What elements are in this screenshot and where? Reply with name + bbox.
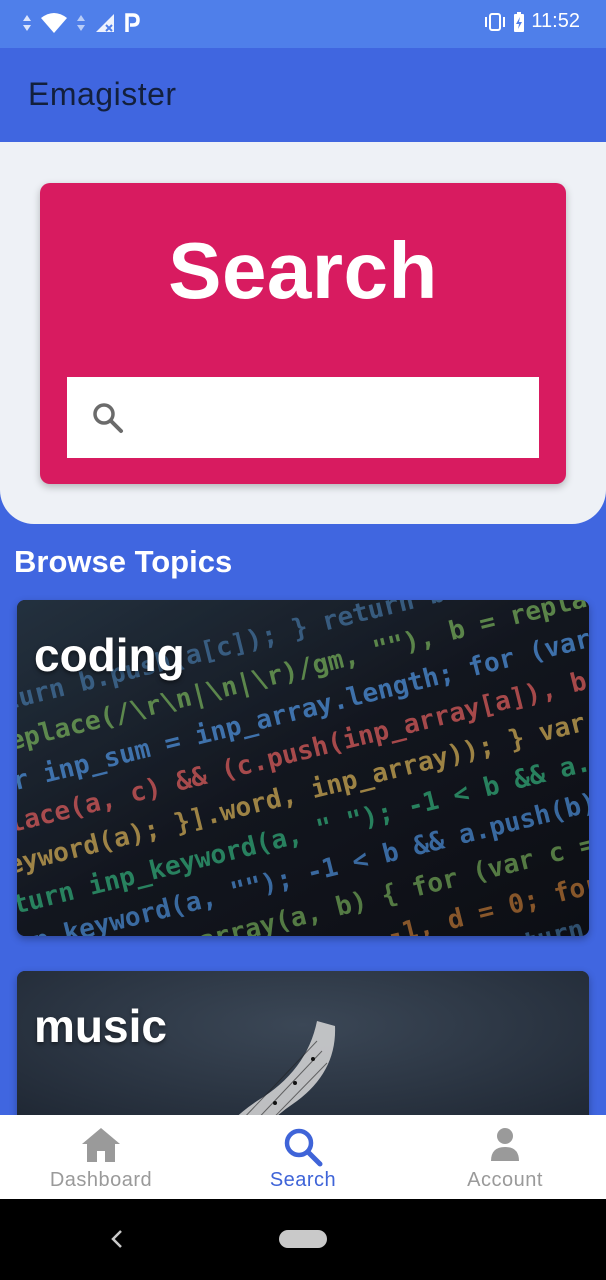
system-nav-bar (0, 1199, 606, 1280)
search-icon (93, 403, 123, 433)
battery-charging-icon (514, 11, 525, 32)
topic-label-music: music (34, 1000, 167, 1052)
nav-item-dashboard[interactable]: Dashboard (0, 1115, 202, 1199)
data-arrows-icon (77, 15, 85, 31)
search-region: Search (0, 142, 606, 524)
status-left-icons (22, 12, 140, 34)
app-bar: Emagister (0, 48, 606, 142)
screen: 11:52 Emagister Search Browse Topics b.r… (0, 0, 606, 1280)
search-input[interactable] (137, 377, 527, 458)
nav-item-account[interactable]: Account (404, 1115, 606, 1199)
bottom-nav: Dashboard Search Account (0, 1115, 606, 1199)
topic-label-coding: coding (34, 629, 185, 681)
topic-card-coding[interactable]: return b.push(a[c]); } return b.replaceA… (17, 600, 589, 936)
parking-icon (125, 13, 140, 32)
nav-label-search: Search (269, 1169, 337, 1191)
status-time: 11:52 (531, 10, 580, 32)
vibrate-icon (485, 12, 506, 31)
status-right-icons: 11:52 (483, 10, 580, 33)
search-field[interactable] (67, 377, 539, 458)
home-icon (82, 1128, 120, 1162)
nav-item-search[interactable]: Search (202, 1115, 404, 1199)
search-heading: Search (168, 226, 438, 315)
home-pill-button[interactable] (279, 1230, 327, 1248)
person-icon (491, 1128, 519, 1161)
search-icon (284, 1128, 323, 1167)
app-title: Emagister (28, 76, 177, 112)
wifi-icon (41, 13, 67, 33)
nav-label-dashboard: Dashboard (49, 1169, 153, 1191)
back-icon[interactable] (108, 1225, 126, 1253)
nav-label-account: Account (467, 1169, 543, 1191)
search-card: Search (40, 183, 566, 484)
signal-no-service-icon (96, 14, 114, 32)
status-bar: 11:52 (0, 0, 606, 48)
data-arrows-icon (23, 15, 31, 31)
browse-topics-title: Browse Topics (14, 544, 233, 579)
